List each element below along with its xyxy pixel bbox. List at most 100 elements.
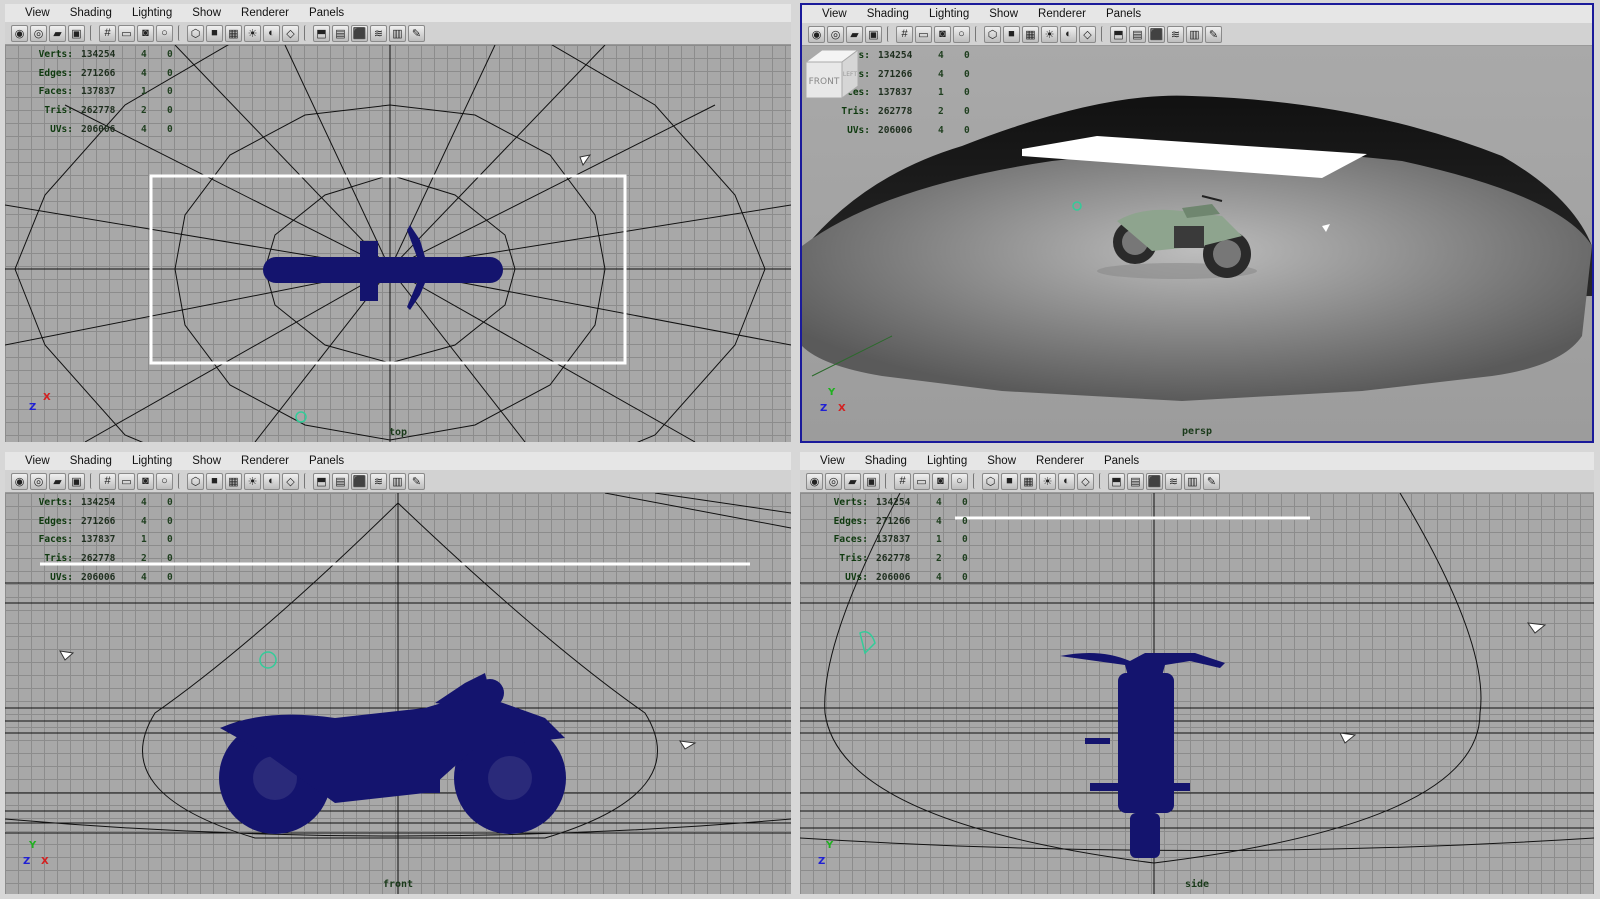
menu-panels[interactable]: Panels [299,455,354,467]
menu-panels[interactable]: Panels [1096,8,1151,20]
viewport-front[interactable]: Verts: 134254 4 0 Edges: 271266 4 0 Faces: 1378… [5,493,791,894]
xray-icon[interactable]: ◇ [282,24,299,42]
shadows-icon[interactable]: ◐ [1058,472,1075,490]
resolution-gate-icon[interactable]: ◙ [934,25,951,43]
menu-shading[interactable]: Shading [60,7,122,19]
resolution-gate-icon[interactable]: ◙ [137,24,154,42]
viewport-top[interactable]: Verts: 134254 4 0 Edges: 271266 4 0 Faces: 1378… [5,45,791,442]
use-lights-icon[interactable]: ☀ [244,472,261,490]
image-plane-icon[interactable]: ▣ [863,472,880,490]
menu-show[interactable]: Show [977,455,1026,467]
ao-icon[interactable]: ⬛ [351,472,368,490]
grid-icon[interactable]: # [896,25,913,43]
resolution-gate-icon[interactable]: ◙ [137,472,154,490]
menu-view[interactable]: View [800,455,855,467]
camera-attr-icon[interactable]: ◎ [827,25,844,43]
isolate-icon[interactable]: ⬒ [313,472,330,490]
textured-icon[interactable]: ▦ [225,472,242,490]
menu-show[interactable]: Show [182,455,231,467]
aa-icon[interactable]: ▥ [1184,472,1201,490]
use-lights-icon[interactable]: ☀ [1041,25,1058,43]
isolate-icon[interactable]: ⬒ [1110,25,1127,43]
shadows-icon[interactable]: ◐ [263,24,280,42]
shadows-icon[interactable]: ◐ [263,472,280,490]
camera-attr-icon[interactable]: ◎ [30,472,47,490]
camera-icon[interactable]: ◉ [806,472,823,490]
grid-icon[interactable]: # [99,24,116,42]
menu-panels[interactable]: Panels [299,7,354,19]
shadows-icon[interactable]: ◐ [1060,25,1077,43]
viewport-persp[interactable]: Verts:13425440 Edges:27126640 Faces:1378… [802,46,1592,441]
panel-front[interactable]: View Shading Lighting Show Renderer Pane… [5,452,791,894]
menu-renderer[interactable]: Renderer [231,7,299,19]
bookmark-icon[interactable]: ▰ [49,24,66,42]
textured-icon[interactable]: ▦ [1022,25,1039,43]
menu-lighting[interactable]: Lighting [917,455,977,467]
smooth-shade-icon[interactable]: ■ [206,24,223,42]
safe-action-icon[interactable]: ○ [951,472,968,490]
image-plane-icon[interactable]: ▣ [68,24,85,42]
field-chart-icon[interactable]: ▤ [332,472,349,490]
menu-renderer[interactable]: Renderer [1028,8,1096,20]
menu-renderer[interactable]: Renderer [231,455,299,467]
panel-persp[interactable]: View Shading Lighting Show Renderer Pane… [800,3,1594,443]
hud-icon[interactable]: ✎ [1205,25,1222,43]
camera-attr-icon[interactable]: ◎ [30,24,47,42]
panel-side[interactable]: View Shading Lighting Show Renderer Pane… [800,452,1594,894]
isolate-icon[interactable]: ⬒ [1108,472,1125,490]
film-gate-icon[interactable]: ▭ [913,472,930,490]
ao-icon[interactable]: ⬛ [1148,25,1165,43]
menu-show[interactable]: Show [979,8,1028,20]
menu-renderer[interactable]: Renderer [1026,455,1094,467]
menu-view[interactable]: View [5,7,60,19]
bookmark-icon[interactable]: ▰ [49,472,66,490]
textured-icon[interactable]: ▦ [225,24,242,42]
safe-action-icon[interactable]: ○ [953,25,970,43]
hud-icon[interactable]: ✎ [1203,472,1220,490]
hud-icon[interactable]: ✎ [408,24,425,42]
bookmark-icon[interactable]: ▰ [844,472,861,490]
xray-icon[interactable]: ◇ [1077,472,1094,490]
grid-icon[interactable]: # [894,472,911,490]
resolution-gate-icon[interactable]: ◙ [932,472,949,490]
film-gate-icon[interactable]: ▭ [118,24,135,42]
camera-icon[interactable]: ◉ [11,24,28,42]
menu-lighting[interactable]: Lighting [919,8,979,20]
field-chart-icon[interactable]: ▤ [332,24,349,42]
hud-icon[interactable]: ✎ [408,472,425,490]
use-lights-icon[interactable]: ☀ [244,24,261,42]
smooth-shade-icon[interactable]: ■ [206,472,223,490]
menu-show[interactable]: Show [182,7,231,19]
aa-icon[interactable]: ▥ [389,24,406,42]
ao-icon[interactable]: ⬛ [1146,472,1163,490]
panel-top[interactable]: View Shading Lighting Show Renderer Pane… [5,4,791,442]
bookmark-icon[interactable]: ▰ [846,25,863,43]
film-gate-icon[interactable]: ▭ [118,472,135,490]
aa-icon[interactable]: ▥ [1186,25,1203,43]
motion-blur-icon[interactable]: ≋ [370,472,387,490]
use-lights-icon[interactable]: ☀ [1039,472,1056,490]
menu-shading[interactable]: Shading [857,8,919,20]
menu-view[interactable]: View [802,8,857,20]
safe-action-icon[interactable]: ○ [156,472,173,490]
smooth-shade-icon[interactable]: ■ [1001,472,1018,490]
menu-panels[interactable]: Panels [1094,455,1149,467]
menu-shading[interactable]: Shading [60,455,122,467]
wireframe-icon[interactable]: ⬡ [187,472,204,490]
wireframe-icon[interactable]: ⬡ [982,472,999,490]
motion-blur-icon[interactable]: ≋ [1165,472,1182,490]
menu-lighting[interactable]: Lighting [122,455,182,467]
image-plane-icon[interactable]: ▣ [68,472,85,490]
wireframe-icon[interactable]: ⬡ [984,25,1001,43]
camera-icon[interactable]: ◉ [808,25,825,43]
xray-icon[interactable]: ◇ [1079,25,1096,43]
wireframe-icon[interactable]: ⬡ [187,24,204,42]
camera-attr-icon[interactable]: ◎ [825,472,842,490]
xray-icon[interactable]: ◇ [282,472,299,490]
ao-icon[interactable]: ⬛ [351,24,368,42]
menu-shading[interactable]: Shading [855,455,917,467]
field-chart-icon[interactable]: ▤ [1127,472,1144,490]
safe-action-icon[interactable]: ○ [156,24,173,42]
menu-view[interactable]: View [5,455,60,467]
field-chart-icon[interactable]: ▤ [1129,25,1146,43]
